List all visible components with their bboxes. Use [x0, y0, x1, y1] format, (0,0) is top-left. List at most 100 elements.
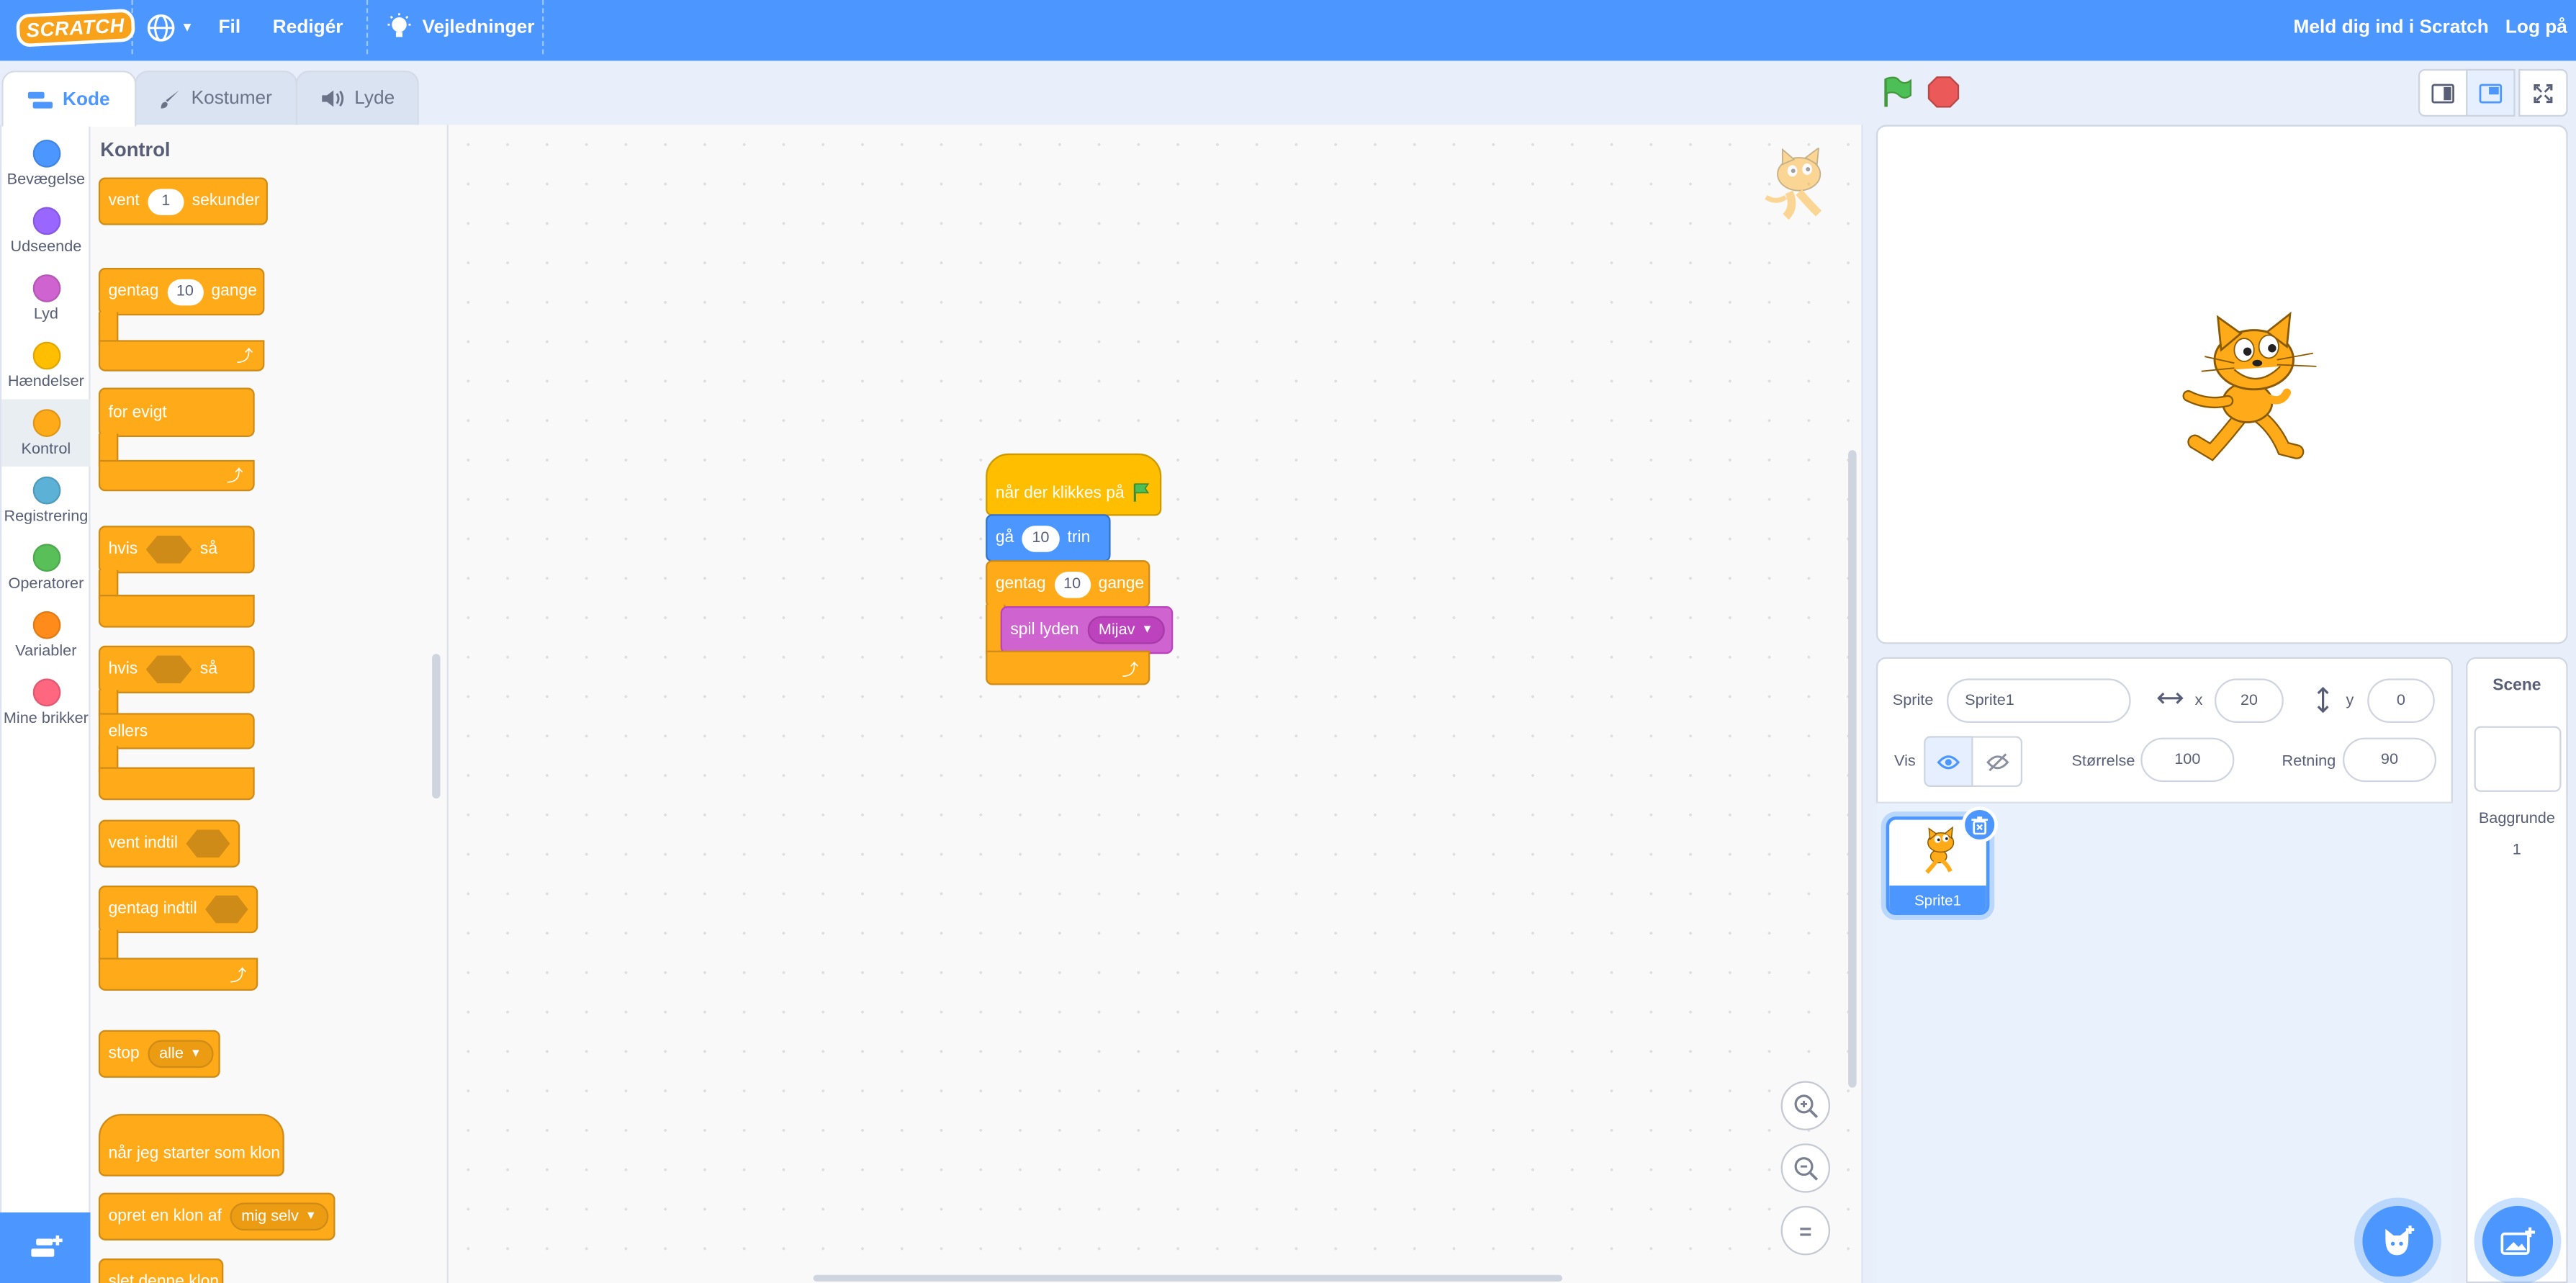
block-text: for evigt [108, 403, 167, 422]
play-sound-block[interactable]: spil lyden Mijav ▼ [1000, 606, 1174, 654]
add-sprite-cat-icon [2384, 1225, 2414, 1255]
workspace-vertical-scrollbar[interactable] [1848, 450, 1857, 1088]
category-operators[interactable]: Operatorer [1, 534, 90, 602]
tab-code-label: Kode [62, 89, 110, 109]
workspace-horizontal-scrollbar[interactable] [813, 1274, 1563, 1282]
edit-menu[interactable]: Redigér [273, 0, 343, 54]
sound-dropdown[interactable]: Mijav ▼ [1086, 616, 1165, 644]
category-control[interactable]: Kontrol [1, 399, 91, 467]
category-dot [32, 544, 60, 572]
scratch-cat-sprite[interactable] [2179, 310, 2326, 462]
boolean-slot[interactable] [205, 895, 248, 924]
palette-forever-block[interactable]: for evigt [98, 387, 255, 437]
block-text: når jeg starter som klon [108, 1145, 281, 1163]
palette-delete-clone-block[interactable]: slet denne klon [98, 1258, 224, 1283]
show-sprite-button[interactable] [1924, 736, 1973, 788]
choose-backdrop-button[interactable] [2482, 1205, 2554, 1277]
tutorials-label: Vejledninger [422, 17, 535, 37]
clone-target-dropdown[interactable]: mig selv ▼ [230, 1202, 328, 1231]
category-sensing[interactable]: Registrering [1, 467, 90, 534]
block-text: hvis [108, 660, 138, 679]
category-looks[interactable]: Udseende [1, 197, 90, 265]
language-menu[interactable]: ▼ [146, 0, 194, 54]
block-input[interactable]: 10 [166, 278, 204, 305]
palette-create-clone-block[interactable]: opret en klon af mig selv ▼ [98, 1192, 335, 1241]
category-my-blocks[interactable]: Mine brikker [1, 669, 90, 737]
category-events[interactable]: Hændelser [1, 332, 90, 400]
y-input[interactable]: 0 [2367, 678, 2435, 724]
palette-stop-block[interactable]: stop alle ▼ [98, 1030, 220, 1078]
small-stage-button[interactable] [2418, 68, 2468, 117]
sprite-watermark-cat-icon [1765, 148, 1822, 220]
choose-sprite-button[interactable] [2362, 1205, 2433, 1277]
tab-sounds[interactable]: Lyde [295, 71, 419, 125]
backdrops-count: 1 [2512, 841, 2521, 860]
palette-else-section: ellers [98, 713, 255, 749]
tutorials-button[interactable]: Vejledninger [386, 0, 535, 54]
signin-link[interactable]: Log på [2505, 0, 2567, 54]
block-text: gange [1098, 575, 1145, 593]
chevron-down-icon: ▼ [305, 1210, 317, 1223]
block-input[interactable]: 1 [148, 188, 184, 215]
zoom-reset-button[interactable]: = [1780, 1205, 1831, 1256]
boolean-slot[interactable] [186, 829, 230, 858]
stop-dropdown[interactable]: alle ▼ [148, 1040, 213, 1068]
join-link[interactable]: Meld dig ind i Scratch [2294, 0, 2489, 54]
backdrop-thumbnail[interactable] [2474, 726, 2562, 792]
palette-wait-block[interactable]: vent 1 sekunder [98, 177, 268, 225]
category-menu: Bevægelse Udseende Lyd Hændelser Kontrol… [0, 125, 91, 1283]
palette-repeat-block[interactable]: gentag 10 gange [98, 267, 265, 316]
category-dot [32, 207, 60, 235]
palette-if-else-block[interactable]: hvis så [98, 645, 255, 693]
delete-sprite-button[interactable] [1961, 806, 1998, 843]
add-extension-button[interactable] [0, 1212, 91, 1283]
repeat-block[interactable]: gentag 10 gange [986, 560, 1150, 608]
category-sound[interactable]: Lyd [1, 264, 90, 332]
cat-thumbnail-icon [1925, 826, 1955, 874]
boolean-slot[interactable] [145, 655, 192, 684]
dropdown-value: mig selv [241, 1207, 299, 1226]
green-flag-icon [1884, 76, 1911, 107]
sprite-name-input[interactable]: Sprite1 [1947, 678, 2131, 724]
loop-arrow-icon: ⤴ [226, 468, 243, 487]
move-steps-block[interactable]: gå 10 trin [986, 514, 1111, 562]
logo-text: SCRATCH [15, 7, 135, 47]
category-label: Kontrol [21, 440, 71, 459]
category-dot [32, 476, 60, 505]
stage-selector[interactable]: Scene Baggrunde 1 [2466, 657, 2568, 1283]
palette-repeat-until-block[interactable]: gentag indtil [98, 885, 258, 934]
fullscreen-button[interactable] [2518, 68, 2568, 117]
block-input[interactable]: 10 [1054, 570, 1091, 598]
category-variables[interactable]: Variabler [1, 601, 90, 669]
stop-octagon-icon [1927, 76, 1960, 108]
palette-if-then-block[interactable]: hvis så [98, 526, 255, 574]
stop-button[interactable] [1927, 76, 1960, 109]
scratch-logo[interactable]: SCRATCH [15, 0, 135, 54]
category-dot [32, 274, 60, 302]
extension-icon [30, 1234, 62, 1256]
direction-input[interactable]: 90 [2342, 737, 2437, 783]
block-text: så [199, 660, 218, 679]
hide-sprite-button[interactable] [1973, 736, 2023, 788]
size-input[interactable]: 100 [2140, 737, 2235, 783]
category-label: Udseende [10, 238, 82, 256]
tab-code[interactable]: Kode [1, 71, 137, 127]
palette-wait-until-block[interactable]: vent indtil [98, 819, 240, 868]
file-menu[interactable]: Fil [218, 0, 240, 54]
stage-canvas[interactable] [1875, 125, 2568, 644]
block-input[interactable]: 10 [1022, 525, 1060, 552]
tab-sounds-label: Lyde [354, 89, 395, 109]
palette-scrollbar[interactable] [432, 654, 441, 799]
palette-clone-start-block[interactable]: når jeg starter som klon [98, 1114, 284, 1176]
green-flag-button[interactable] [1881, 76, 1914, 109]
zoom-in-button[interactable] [1780, 1081, 1831, 1130]
category-motion[interactable]: Bevægelse [1, 130, 90, 197]
tab-costumes[interactable]: Kostumer [135, 71, 298, 125]
zoom-out-button[interactable] [1780, 1143, 1831, 1193]
script-workspace[interactable]: når der klikkes på gå 10 trin gentag 10 … [448, 125, 1863, 1283]
when-flag-clicked-block[interactable]: når der klikkes på [986, 453, 1162, 516]
normal-stage-button[interactable] [2466, 68, 2516, 117]
block-text: gange [211, 282, 257, 301]
boolean-slot[interactable] [145, 535, 192, 564]
x-input[interactable]: 20 [2215, 678, 2284, 724]
